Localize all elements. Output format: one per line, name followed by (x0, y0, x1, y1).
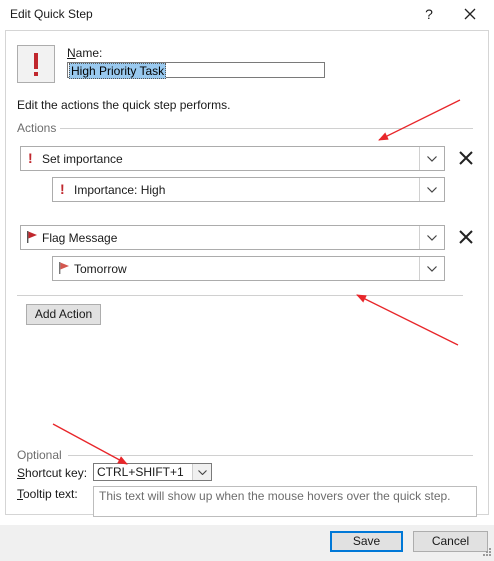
resize-grip-icon[interactable] (480, 547, 492, 559)
delete-action-button[interactable] (457, 228, 475, 246)
chevron-down-icon (419, 147, 444, 170)
dialog-title: Edit Quick Step (10, 7, 93, 21)
name-label: Name: (67, 46, 103, 60)
shortcut-key-label: Shortcut key: (17, 466, 88, 480)
action-label: Flag Message (42, 231, 118, 245)
tooltip-text-label: Tooltip text: (17, 487, 78, 501)
help-button[interactable]: ? (418, 2, 440, 26)
dialog-titlebar: Edit Quick Step ? (0, 0, 494, 30)
actions-description: Edit the actions the quick step performs… (17, 98, 231, 112)
red-flag-icon (26, 230, 38, 247)
chevron-down-icon (419, 226, 444, 249)
chevron-down-icon (419, 257, 444, 280)
actions-group-label: Actions (17, 121, 57, 135)
exclamation-icon: ! (28, 150, 33, 166)
action-select-flag-message[interactable]: Flag Message (20, 225, 445, 250)
add-action-button[interactable]: Add Action (26, 304, 101, 325)
action-select-set-importance[interactable]: ! Set importance (20, 146, 445, 171)
tooltip-text-input[interactable]: This text will show up when the mouse ho… (93, 486, 477, 517)
optional-divider (68, 455, 473, 456)
save-label: Save (352, 534, 381, 548)
flag-due-select[interactable]: Tomorrow (52, 256, 445, 281)
delete-x-icon (459, 151, 473, 165)
shortcut-key-select[interactable]: CTRL+SHIFT+1 (93, 463, 212, 481)
add-action-label: Add Action (34, 307, 93, 321)
save-button[interactable]: Save (330, 531, 403, 552)
close-icon (464, 8, 476, 20)
name-input[interactable]: High Priority Task (67, 62, 325, 79)
action-label: Set importance (42, 152, 123, 166)
quick-step-icon-button[interactable] (17, 45, 55, 83)
optional-group-label: Optional (17, 448, 62, 462)
name-input-value: High Priority Task (69, 63, 167, 79)
exclamation-icon (34, 53, 38, 76)
importance-select[interactable]: ! Importance: High (52, 177, 445, 202)
flag-due-value: Tomorrow (74, 262, 127, 276)
importance-value: Importance: High (74, 183, 166, 197)
red-flag-icon (58, 261, 70, 278)
actions-divider (60, 128, 473, 129)
delete-action-button[interactable] (457, 149, 475, 167)
exclamation-icon: ! (60, 181, 65, 197)
cancel-label: Cancel (431, 534, 470, 548)
chevron-down-icon (419, 178, 444, 201)
shortcut-key-value: CTRL+SHIFT+1 (97, 465, 184, 479)
close-button[interactable] (458, 2, 482, 26)
cancel-button[interactable]: Cancel (413, 531, 488, 552)
delete-x-icon (459, 230, 473, 244)
actions-separator (17, 295, 463, 296)
chevron-down-icon (192, 464, 211, 480)
